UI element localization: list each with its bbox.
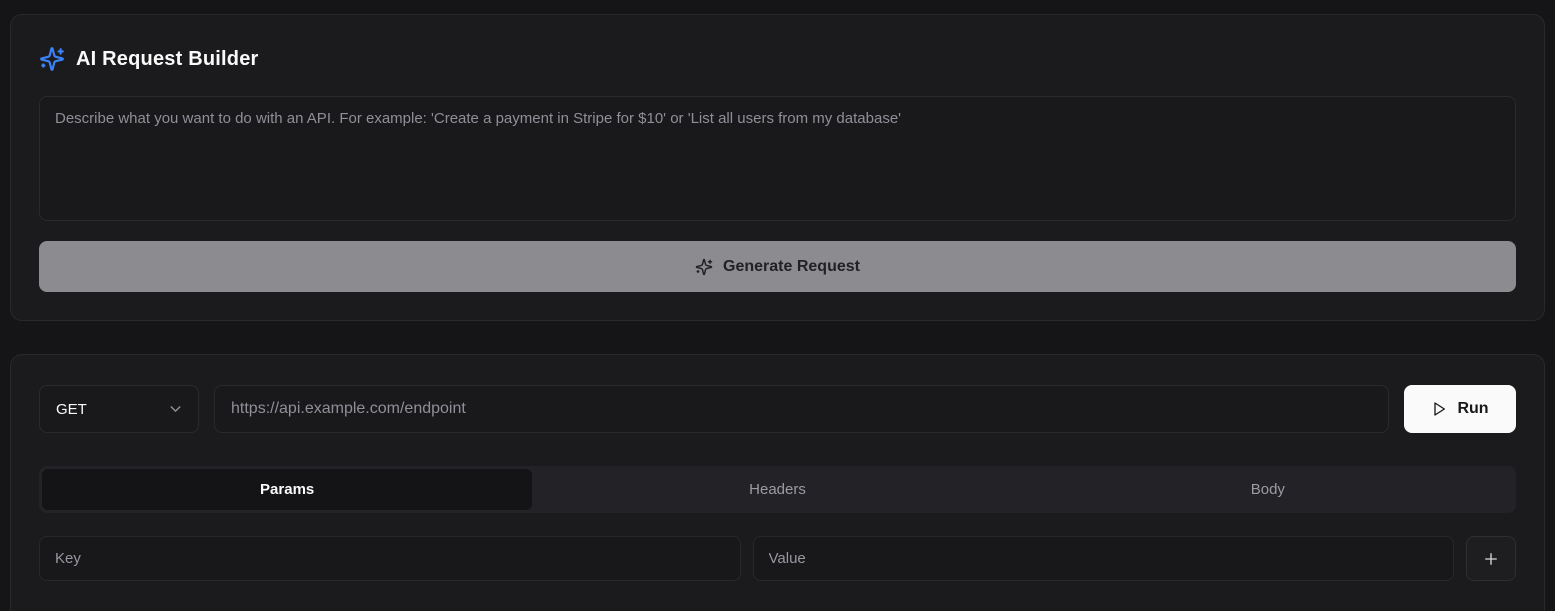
add-param-button[interactable] (1466, 536, 1516, 581)
http-method-select[interactable]: GET (39, 385, 199, 433)
run-button[interactable]: Run (1404, 385, 1516, 433)
generate-request-label: Generate Request (723, 258, 860, 276)
plus-icon (1482, 550, 1500, 568)
generate-request-button[interactable]: Generate Request (39, 241, 1516, 292)
url-input[interactable] (214, 385, 1389, 433)
tab-params[interactable]: Params (42, 469, 532, 510)
page-title: AI Request Builder (76, 48, 259, 71)
chevron-down-icon (167, 401, 184, 418)
sparkles-icon (39, 46, 65, 72)
request-url-row: GET Run (39, 385, 1516, 433)
ai-card-header: AI Request Builder (39, 46, 1516, 72)
play-icon (1431, 401, 1447, 417)
param-key-input[interactable] (39, 536, 741, 581)
param-row (39, 536, 1516, 581)
sparkles-icon (695, 258, 713, 276)
tab-headers[interactable]: Headers (532, 469, 1022, 510)
ai-request-builder-card: AI Request Builder Generate Request (10, 14, 1545, 321)
request-tabs: Params Headers Body (39, 466, 1516, 513)
run-button-label: Run (1457, 400, 1488, 418)
tab-body[interactable]: Body (1023, 469, 1513, 510)
request-panel-card: GET Run Params Headers Body (10, 354, 1545, 611)
http-method-value: GET (56, 401, 87, 418)
ai-prompt-textarea[interactable] (39, 96, 1516, 221)
param-value-input[interactable] (753, 536, 1455, 581)
